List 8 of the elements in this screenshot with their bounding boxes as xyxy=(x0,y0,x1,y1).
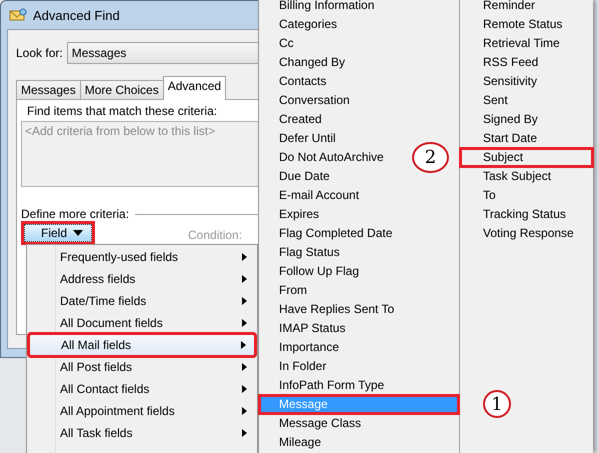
callout-number: 2 xyxy=(412,142,449,173)
window-title: Advanced Find xyxy=(33,8,120,22)
define-criteria-label: Define more criteria: xyxy=(21,207,130,221)
criteria-label: Find items that match these criteria: xyxy=(26,104,218,118)
empty-list-hint: <Add criteria from below to this list> xyxy=(25,124,216,138)
condition-label: Condition: xyxy=(188,228,242,242)
callout-number: 1 xyxy=(483,390,511,418)
look-for-label: Look for: xyxy=(16,46,63,60)
